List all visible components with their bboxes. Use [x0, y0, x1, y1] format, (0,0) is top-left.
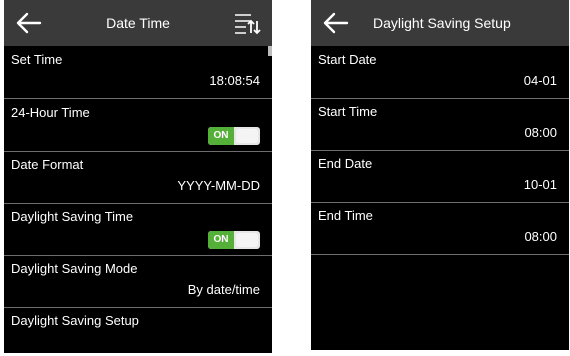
row-value: 08:00 — [524, 125, 557, 140]
row-label: Daylight Saving Mode — [11, 261, 138, 276]
row-label: Daylight Saving Time — [11, 209, 134, 224]
toggle-on-label: ON — [208, 127, 234, 145]
row-label: Start Time — [318, 104, 378, 119]
set-time-row[interactable]: Set Time 18:08:54 — [4, 46, 272, 99]
row-label: 24-Hour Time — [11, 105, 90, 120]
page-title: Daylight Saving Setup — [373, 15, 511, 31]
row-value: 04-01 — [523, 73, 557, 88]
24-hour-time-row[interactable]: 24-Hour Time ON — [4, 99, 272, 152]
row-label: Date Format — [11, 157, 84, 172]
toggle-knob — [236, 129, 258, 143]
daylight-saving-time-toggle[interactable]: ON — [208, 231, 260, 249]
row-label: End Time — [318, 208, 373, 223]
daylight-saving-setup-row[interactable]: Daylight Saving Setup — [4, 307, 272, 353]
toggle-knob — [236, 233, 258, 247]
row-value: YYYY-MM-DD — [177, 178, 260, 193]
arrow-left-icon[interactable] — [323, 12, 349, 34]
start-time-row[interactable]: Start Time 08:00 — [311, 98, 569, 151]
sort-menu-icon[interactable] — [234, 11, 262, 35]
date-time-screen: Date Time Set Time 18:08:54 24-Hour Time… — [4, 0, 272, 353]
row-label: Start Date — [318, 52, 377, 67]
daylight-saving-setup-screen: Daylight Saving Setup Start Date 04-01 S… — [311, 0, 569, 350]
row-label: Daylight Saving Setup — [11, 313, 139, 328]
row-value: 10-01 — [523, 177, 557, 192]
row-value: 18:08:54 — [209, 73, 260, 88]
row-value: 08:00 — [524, 229, 557, 244]
end-time-row[interactable]: End Time 08:00 — [311, 202, 569, 255]
date-format-row[interactable]: Date Format YYYY-MM-DD — [4, 151, 272, 204]
daylight-saving-time-row[interactable]: Daylight Saving Time ON — [4, 203, 272, 256]
page-title: Date Time — [106, 15, 170, 31]
toggle-on-label: ON — [208, 231, 234, 249]
row-label: Set Time — [11, 52, 63, 67]
start-date-row[interactable]: Start Date 04-01 — [311, 46, 569, 99]
row-label: End Date — [318, 156, 373, 171]
daylight-saving-mode-row[interactable]: Daylight Saving Mode By date/time — [4, 255, 272, 308]
row-value: By date/time — [187, 282, 260, 297]
header-bar: Daylight Saving Setup — [311, 0, 569, 46]
24-hour-time-toggle[interactable]: ON — [208, 127, 260, 145]
header-bar: Date Time — [4, 0, 272, 46]
end-date-row[interactable]: End Date 10-01 — [311, 150, 569, 203]
